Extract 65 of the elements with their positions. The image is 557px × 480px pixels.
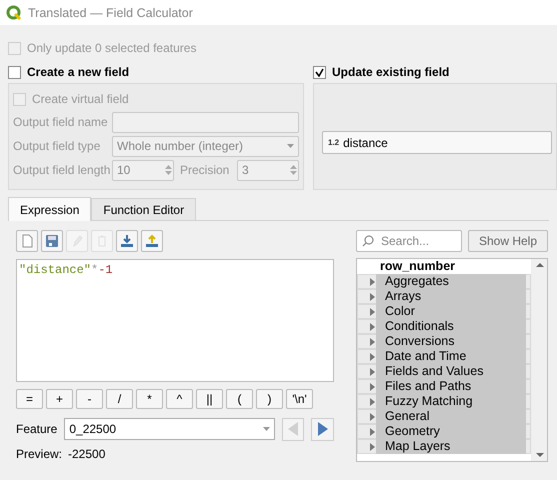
checkbox-label: Create a new field — [27, 65, 130, 79]
search-icon — [362, 235, 374, 247]
operator-button[interactable]: ) — [256, 389, 283, 409]
function-group[interactable]: Fuzzy Matching — [376, 394, 526, 409]
scroll-up-arrow-icon[interactable] — [536, 262, 544, 268]
checkbox-label: Only update 0 selected features — [27, 41, 196, 55]
checkbox-label: Update existing field — [332, 65, 450, 79]
feature-label: Feature — [16, 422, 58, 436]
caret-icon — [287, 144, 294, 148]
tab[interactable]: Expression — [8, 197, 92, 221]
scrollbar[interactable] — [531, 259, 547, 461]
function-group[interactable]: Conversions — [376, 334, 526, 349]
field-label: Precision — [180, 163, 230, 177]
search-field[interactable]: Search... — [356, 230, 462, 252]
function-item[interactable]: row_number — [371, 259, 531, 274]
operator-button[interactable]: - — [76, 389, 103, 409]
function-group[interactable]: Date and Time — [376, 349, 526, 364]
upload-icon — [144, 233, 160, 249]
operator-button[interactable]: * — [136, 389, 163, 409]
download-icon — [119, 233, 135, 249]
operator-button[interactable]: ^ — [166, 389, 193, 409]
function-group[interactable]: Fields and Values — [376, 364, 526, 379]
function-group[interactable]: General — [376, 409, 526, 424]
function-group[interactable]: Map Layers — [376, 439, 526, 454]
window-title: Translated — Field Calculator — [28, 6, 193, 20]
preview-value: -22500 — [68, 447, 106, 461]
caret-icon — [262, 427, 270, 431]
text-field[interactable] — [112, 112, 299, 132]
new-file-button[interactable] — [16, 230, 38, 252]
checkbox[interactable] — [313, 66, 326, 78]
function-group[interactable]: Geometry — [376, 424, 526, 439]
preview-label: Preview: — [16, 447, 62, 461]
operator-button[interactable]: || — [196, 389, 223, 409]
spin-arrows-icon — [290, 165, 297, 175]
operator-button[interactable]: '\n' — [286, 389, 313, 409]
function-group[interactable]: Files and Paths — [376, 379, 526, 394]
function-group[interactable]: Aggregates — [376, 274, 526, 289]
expression-editor[interactable]: "distance"*-1 — [16, 259, 334, 382]
code-line: "distance"*-1 — [19, 263, 113, 277]
scroll-down-arrow-icon[interactable] — [536, 452, 544, 458]
operator-button[interactable]: / — [106, 389, 133, 409]
left-triangle-icon — [287, 421, 300, 437]
tab[interactable]: Function Editor — [91, 198, 196, 220]
operator-button[interactable]: = — [16, 389, 43, 409]
next-button[interactable] — [311, 418, 334, 440]
checkbox-label: Create virtual field — [32, 92, 129, 106]
function-group[interactable]: Arrays — [376, 289, 526, 304]
feature-dropdown[interactable]: 0_22500 — [64, 418, 275, 440]
type-label: 1.2 — [328, 138, 340, 147]
function-group[interactable]: Color — [376, 304, 526, 319]
app-logo-icon — [6, 4, 22, 20]
operator-button[interactable]: ( — [226, 389, 253, 409]
operator-button[interactable]: + — [46, 389, 73, 409]
download-button[interactable] — [116, 230, 138, 252]
upload-button[interactable] — [141, 230, 163, 252]
spin-arrows-icon — [165, 165, 172, 175]
field-dropdown[interactable]: 1.2 distance — [322, 131, 552, 154]
show-help-button[interactable]: Show Help — [468, 230, 548, 252]
right-triangle-icon — [316, 421, 329, 437]
save-button[interactable] — [41, 230, 63, 252]
checkbox[interactable] — [8, 66, 21, 78]
save-icon — [44, 233, 60, 249]
function-group[interactable]: Conditionals — [376, 319, 526, 334]
field-label: Output field type — [13, 139, 102, 153]
field-label: Output field name — [13, 115, 106, 129]
